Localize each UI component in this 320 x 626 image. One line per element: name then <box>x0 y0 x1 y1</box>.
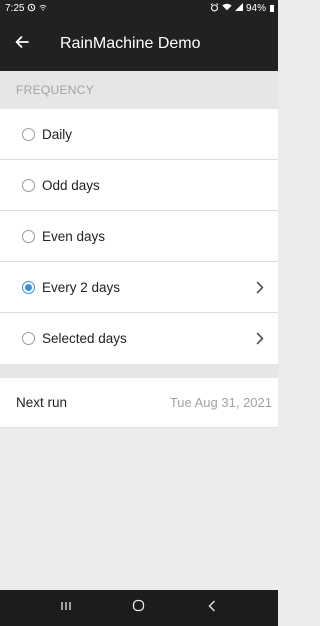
back-icon <box>208 599 216 617</box>
radio-button[interactable] <box>22 178 35 192</box>
recents-icon <box>60 599 72 617</box>
status-time: 7:25 <box>5 3 25 14</box>
option-every-2-days[interactable]: Every 2 days <box>0 262 278 313</box>
sync-icon <box>27 3 36 15</box>
radio-button[interactable] <box>22 332 35 345</box>
frequency-options: Daily Odd days Even days Every 2 days Se… <box>0 109 278 364</box>
chevron-right-icon[interactable] <box>254 279 266 295</box>
system-nav-bar <box>0 590 278 626</box>
radio-button[interactable] <box>22 127 35 141</box>
home-icon <box>132 599 145 617</box>
alarm-icon <box>210 2 219 15</box>
option-selected-days[interactable]: Selected days <box>0 313 278 364</box>
option-label: Selected days <box>42 331 127 346</box>
page-title: RainMachine Demo <box>60 35 201 52</box>
battery-icon <box>270 5 274 12</box>
frequency-section-header: FREQUENCY <box>0 71 278 109</box>
status-bar: 7:25 94% <box>0 0 278 17</box>
battery-percent: 94% <box>245 3 266 14</box>
radio-button[interactable] <box>22 229 35 243</box>
option-daily[interactable]: Daily <box>0 109 278 160</box>
home-button[interactable] <box>119 590 159 626</box>
option-label: Odd days <box>42 177 100 193</box>
next-run-value: Tue Aug 31, 2021 <box>169 395 272 410</box>
recents-button[interactable] <box>46 590 86 626</box>
option-label: Every 2 days <box>42 279 121 295</box>
back-button[interactable] <box>0 17 44 71</box>
wifi-icon <box>222 3 232 14</box>
status-right: 94% <box>210 2 274 15</box>
empty-area <box>0 428 278 590</box>
arrow-left-icon <box>15 35 29 53</box>
section-divider <box>0 364 278 378</box>
status-left: 7:25 <box>5 3 47 15</box>
option-label: Daily <box>42 126 73 142</box>
wifi-small-icon <box>39 3 47 14</box>
nav-back-button[interactable] <box>192 590 232 626</box>
chevron-right-icon[interactable] <box>254 331 266 347</box>
option-odd-days[interactable]: Odd days <box>0 160 278 211</box>
next-run-row: Next run Tue Aug 31, 2021 <box>0 378 278 428</box>
next-run-label: Next run <box>16 395 68 410</box>
radio-button-selected[interactable] <box>22 280 35 294</box>
option-label: Even days <box>42 228 106 244</box>
signal-icon <box>234 3 243 14</box>
option-even-days[interactable]: Even days <box>0 211 278 262</box>
app-bar: RainMachine Demo <box>0 17 278 71</box>
